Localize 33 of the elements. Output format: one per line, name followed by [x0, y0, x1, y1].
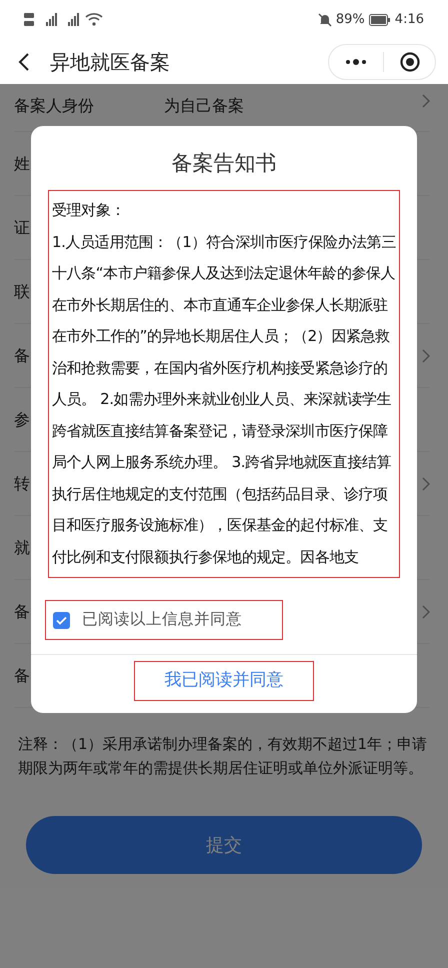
- dialog-title: 备案告知书: [170, 150, 278, 177]
- battery-percent: 89%: [336, 11, 365, 30]
- field-label: 备: [14, 344, 30, 366]
- agree-button[interactable]: 我已阅读并同意: [134, 661, 314, 701]
- field-label: 联: [14, 280, 30, 302]
- notice-paragraph: 1.人员适用范围：（1）符合深圳市医疗保险办法第三十八条“本市户籍参保人及达到法定退休年龄的参保人在市外长期居住的、本市直通车企业参保人长期派驻在市外工作的”的异地长期居住人员；（2）因紧急救治和抢救需要，在国内省外医疗机构接受紧急诊疗的人员。 2.如需办理外来就业创业人员、来深就读学生跨省就医直接结算备案登记，请登录深圳市医疗保障局个人网上服务系统办理。 3.跨省异地就医直接结算执行居住地规定的支付范围（包括药品目录、诊疗项目和医疗服务设施标准），医保基金的起付标准、支付比例和支付限额执行参保地的规定。因各地支: [52, 232, 397, 568]
- chevron-right-icon: [422, 348, 430, 362]
- battery-icon: [368, 14, 391, 26]
- field-label: 转: [14, 472, 30, 494]
- field-label: 就: [14, 536, 30, 558]
- more-icon[interactable]: [345, 59, 367, 65]
- note-text: 注释：（1）采用承诺制办理备案的，有效期不超过1年；申请期限为两年或常年的需提供长期居住证明或单位外派证明等。: [18, 734, 428, 779]
- field-label: 备: [14, 600, 30, 622]
- back-icon[interactable]: [18, 52, 30, 72]
- close-icon[interactable]: [400, 52, 420, 72]
- field-label: 备案人身份: [14, 95, 94, 117]
- muted-bell-icon: [318, 13, 332, 27]
- chevron-right-icon: [422, 476, 430, 490]
- field-label: 证: [14, 216, 30, 238]
- notice-paragraph: 受理对象：: [52, 200, 126, 221]
- check-icon: [56, 616, 67, 624]
- agree-checkbox[interactable]: [53, 612, 70, 628]
- clock-time: 4:16: [394, 11, 424, 30]
- submit-button[interactable]: 提交: [26, 816, 422, 874]
- agree-label: 已阅读以上信息并同意: [82, 609, 242, 630]
- field-label: 参: [14, 408, 30, 430]
- chevron-right-icon: [422, 94, 430, 108]
- chevron-right-icon: [422, 604, 430, 618]
- page-title: 异地就医备案: [50, 49, 170, 76]
- field-label: 备: [14, 664, 30, 686]
- field-value: 为自己备案: [164, 95, 244, 117]
- agree-checkbox-row[interactable]: 已阅读以上信息并同意: [45, 600, 283, 640]
- field-label: 姓: [14, 152, 30, 174]
